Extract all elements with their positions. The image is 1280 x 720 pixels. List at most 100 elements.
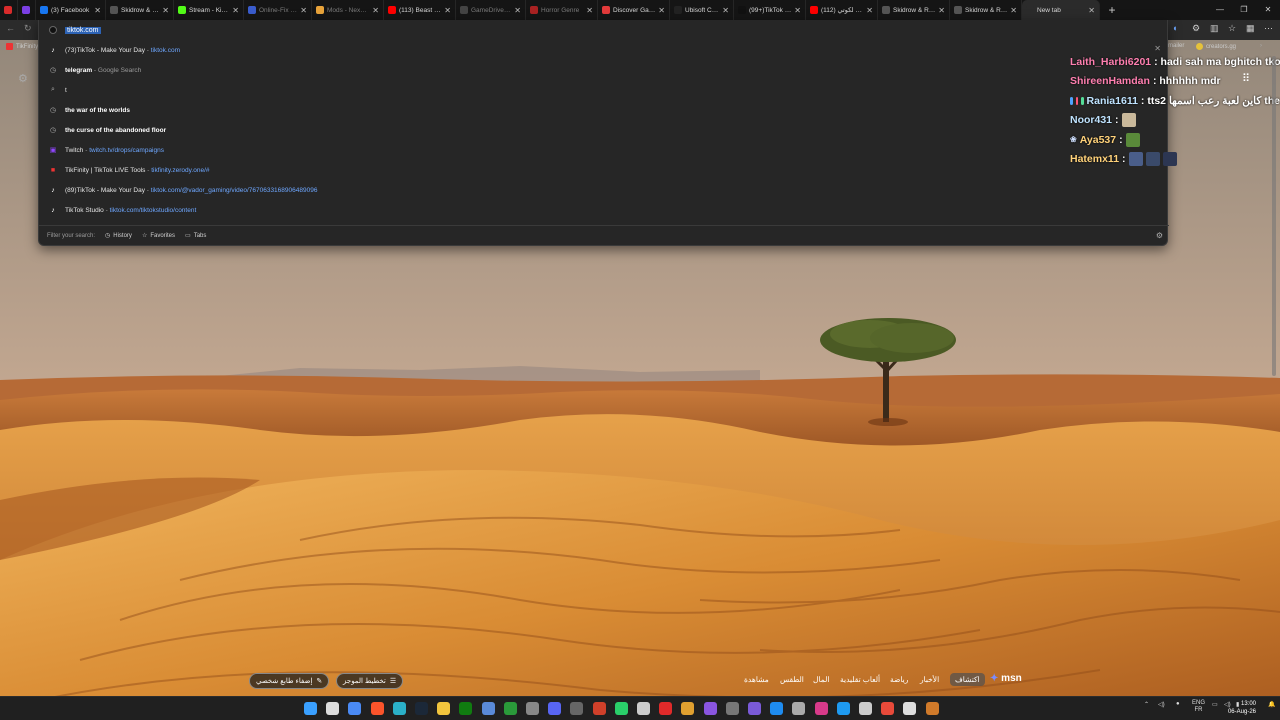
play-icon[interactable] [614,702,628,715]
tab-close-icon[interactable]: ✕ [1010,6,1017,15]
language-indicator[interactable]: ENG FR [1192,700,1205,714]
msn-tab-sports[interactable]: رياضة [890,675,908,684]
msn-tab-money[interactable]: المال [813,675,829,684]
close-window-icon[interactable]: ✕ [1256,0,1280,20]
browser-tab[interactable]: Skidrow & Reloa✕ [106,0,174,20]
browser-tab[interactable]: Online-Fix - 3an✕ [244,0,312,20]
collections-icon[interactable]: ▦ [1246,23,1255,34]
suggestion-item[interactable]: ◷ the war of the worlds [39,100,1169,120]
browser-tab[interactable]: (112) ملي لكوتي✕ [806,0,878,20]
restore-icon[interactable]: ❐ [1232,0,1256,20]
browser-tab[interactable]: Skidrow & Reloa✕ [878,0,950,20]
browser-tab[interactable]: Skidrow & Reloa✕ [950,0,1022,20]
tab-close-icon[interactable]: ✕ [372,6,379,15]
apps-grid-icon[interactable]: ⠿ [1242,72,1250,85]
tab-close-icon[interactable]: ✕ [514,6,521,15]
browser-tab[interactable]: (113) Beast of R ✕ [384,0,456,20]
tab-close-icon[interactable]: ✕ [866,6,873,15]
suggestion-item[interactable]: ▣ Twitch - twitch.tv/drops/campaigns [39,140,1169,160]
suggestion-item[interactable]: ■ TikFinity | TikTok LIVE Tools - tikfini… [39,160,1169,180]
search-icon[interactable] [326,702,340,715]
chevron-up-icon[interactable]: ⌃ [1144,701,1149,708]
notification-bell-icon[interactable]: 🔔 [1268,701,1275,708]
address-value[interactable]: tiktok.com [65,26,101,34]
epic-icon[interactable] [725,702,739,715]
x-icon[interactable] [836,702,850,715]
msn-tab-casual-games[interactable]: ألعاب تقليدية [840,675,880,684]
browser-tab[interactable]: Ubisoft Creators✕ [670,0,734,20]
new-tab-plus-icon[interactable]: + [1100,3,1124,17]
suggestion-item[interactable]: ♪ (89)TikTok - Make Your Day - tiktok.com… [39,180,1169,200]
app-icon[interactable] [659,702,673,715]
vs-icon[interactable] [748,702,761,715]
obs-icon[interactable] [570,702,584,715]
split-screen-icon[interactable]: ▥ [1210,23,1219,34]
tab-close-icon[interactable]: ✕ [938,6,945,15]
tab-close-icon[interactable]: ✕ [444,6,451,15]
settings-icon[interactable] [859,702,872,715]
bookmark-mailer[interactable]: mailer [1168,43,1184,49]
bookmark-creators[interactable]: creators.gg [1196,43,1236,50]
filter-tabs-button[interactable]: ▭ Tabs [185,232,206,240]
edge-icon[interactable] [392,702,406,715]
chrome-icon[interactable] [348,702,362,715]
app3-icon[interactable] [814,702,828,715]
browser-tab[interactable]: Mods - Nexus M✕ [312,0,384,20]
cloud-icon[interactable] [681,702,695,715]
suggestion-item[interactable]: ◷ telegram - Google Search [39,60,1169,80]
file-explorer-icon[interactable] [437,702,451,715]
refresh-icon[interactable]: ↻ [24,23,32,34]
browser-tab[interactable]: (3) Facebook ✕ [36,0,106,20]
brave-icon[interactable] [370,702,384,715]
feed-layout-button[interactable]: تخطيط الموجز ☰ [336,673,404,689]
xbox-app-icon[interactable] [503,702,517,715]
tab-close-icon[interactable]: ✕ [722,6,729,15]
monitor-icon[interactable] [792,702,806,715]
app2-icon[interactable] [703,702,717,715]
tab-close-icon[interactable]: ✕ [794,6,801,15]
browser-tab[interactable] [0,0,18,20]
globe-icon[interactable] [481,702,495,715]
discord-icon[interactable] [548,702,562,715]
tab-close-icon[interactable]: ✕ [162,6,169,15]
browser-tab[interactable] [18,0,36,20]
filter-history-button[interactable]: ◷ History [105,232,132,240]
network-icon[interactable]: ▭ [1212,701,1218,708]
page-scrollbar[interactable] [1272,56,1276,376]
game-launcher-icon[interactable] [592,702,606,715]
gear-icon[interactable]: ⚙ [18,72,28,85]
extensions-icon[interactable]: ⚙ [1192,23,1200,34]
chevron-right-icon[interactable]: › [1260,43,1262,49]
msn-logo[interactable]: ✦ msn [990,673,1022,684]
minimize-icon[interactable]: — [1208,0,1232,20]
browser-tab[interactable]: (99+)TikTok - M ✕ [734,0,806,20]
browser-tab[interactable]: GameDrive - Fre✕ [456,0,526,20]
steam-icon[interactable] [415,702,428,715]
msn-tab-watch[interactable]: مشاهدة [744,675,769,684]
browser-tab[interactable]: Stream - Kick Da✕ [174,0,244,20]
browser-tab[interactable]: Discover Games✕ [598,0,670,20]
tab-close-icon[interactable]: ✕ [300,6,307,15]
settings-icon[interactable]: ⚙ [1156,231,1163,240]
favorites-star-icon[interactable]: ☆ [1228,23,1236,34]
msn-tab-weather[interactable]: الطقس [780,675,804,684]
tab-close-icon[interactable]: ✕ [232,6,239,15]
windows-start-icon[interactable] [304,702,317,715]
suggestion-item[interactable]: ♪ TikTok Studio - tiktok.com/tiktokstudio… [39,200,1169,220]
browser-tab[interactable]: Horror Genre ✕ [526,0,598,20]
audio-icon[interactable]: ◁) [1158,701,1165,708]
bookmark-tikfinity[interactable]: TikFinity [6,43,38,50]
photo-icon[interactable] [925,702,939,715]
filter-favorites-button[interactable]: ☆ Favorites [142,232,175,240]
suggestion-item[interactable]: ◷ the curse of the abandoned floor [39,120,1169,140]
suggestion-item[interactable]: ⌕ t [39,80,1169,100]
system-clock[interactable]: 13:00 06-Aug-26 [1228,700,1256,716]
gear2-icon[interactable] [903,702,917,715]
tab-close-icon[interactable]: ✕ [658,6,665,15]
chrome2-icon[interactable] [881,702,895,715]
tab-new-tab[interactable]: New tab ✕ [1022,0,1100,20]
tab-close-icon[interactable]: ✕ [586,6,593,15]
read-aloud-icon[interactable]: ◖ [1172,23,1177,33]
tab-close-icon[interactable]: ✕ [94,6,101,15]
xbox-icon[interactable] [459,702,473,715]
